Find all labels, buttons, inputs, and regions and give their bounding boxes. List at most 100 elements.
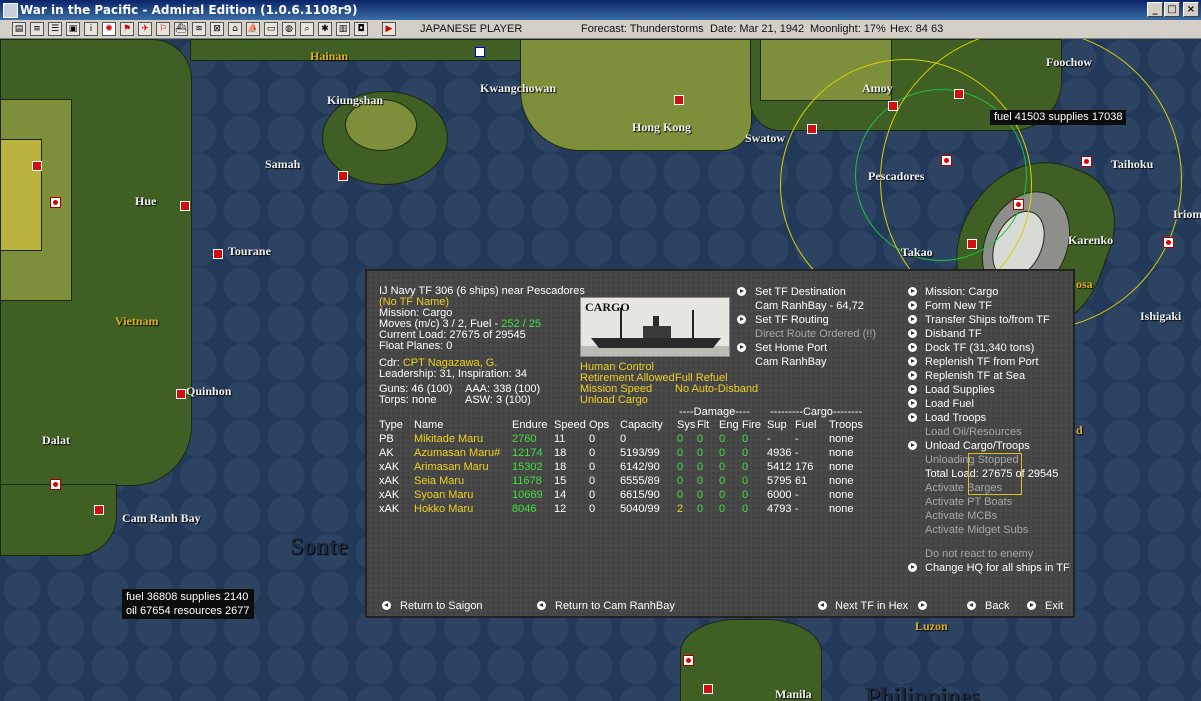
set-home-port-button[interactable]: Set Home Port — [755, 342, 827, 355]
unload-cargo-button[interactable]: Unload Cargo/Troops — [925, 440, 1030, 453]
arrow-bullet-icon[interactable] — [908, 287, 917, 296]
minimize-button[interactable]: _ — [1147, 2, 1163, 17]
maximize-button[interactable]: □ — [1164, 2, 1180, 17]
fleet-icon[interactable]: ≋ — [192, 22, 206, 36]
list-icon[interactable]: ☰ — [48, 22, 62, 36]
base-marker[interactable] — [32, 161, 42, 171]
cell-name[interactable]: Hokko Maru — [414, 503, 473, 516]
activate-pt-boats-button[interactable]: Activate PT Boats — [925, 496, 1012, 509]
cell-name[interactable]: Arimasan Maru — [414, 461, 489, 474]
col-header-fire[interactable]: Fire — [742, 419, 761, 432]
form-new-tf-button[interactable]: Form New TF — [925, 300, 992, 313]
cell-name[interactable]: Azumasan Maru# — [414, 447, 500, 460]
sub-icon[interactable]: ▭ — [264, 22, 278, 36]
return-saigon-button[interactable]: Return to Saigon — [400, 600, 483, 613]
unit-marker[interactable] — [941, 155, 952, 166]
arrow-bullet-icon[interactable] — [737, 287, 746, 296]
info-icon[interactable]: i — [84, 22, 98, 36]
exit-button[interactable]: Exit — [1045, 600, 1063, 613]
arrow-bullet-icon[interactable] — [908, 413, 917, 422]
arrow-bullet-icon[interactable] — [908, 399, 917, 408]
camera-icon[interactable]: ◘ — [354, 22, 368, 36]
convoy-icon[interactable]: ⛵ — [246, 22, 260, 36]
auto-disband-toggle[interactable]: No Auto-Disband — [675, 383, 758, 396]
change-hq-button[interactable]: Change HQ for all ships in TF — [925, 562, 1070, 575]
unit-marker[interactable] — [1163, 237, 1174, 248]
ground-unit-icon[interactable]: ⊠ — [210, 22, 224, 36]
base-marker[interactable] — [954, 89, 964, 99]
unit-marker[interactable] — [683, 655, 694, 666]
load-troops-button[interactable]: Load Troops — [925, 412, 986, 425]
arrow-bullet-icon[interactable] — [908, 315, 917, 324]
base-marker[interactable] — [703, 684, 713, 694]
transfer-ships-button[interactable]: Transfer Ships to/from TF — [925, 314, 1050, 327]
arrow-bullet-icon[interactable] — [908, 343, 917, 352]
col-header-sys[interactable]: Sys — [677, 419, 695, 432]
chart-icon[interactable]: ▥ — [336, 22, 350, 36]
unit-marker[interactable] — [50, 197, 61, 208]
arrow-bullet-icon[interactable] — [537, 601, 546, 610]
cell-name[interactable]: Seia Maru — [414, 475, 464, 488]
unit-marker[interactable] — [1081, 156, 1092, 167]
col-header-type[interactable]: Type — [379, 419, 403, 432]
col-header-capacity[interactable]: Capacity — [620, 419, 663, 432]
report-icon[interactable]: ≡ — [30, 22, 44, 36]
set-routing-button[interactable]: Set TF Routing — [755, 314, 829, 327]
unload-toggle[interactable]: Unload Cargo — [580, 394, 648, 407]
arrow-bullet-icon[interactable] — [908, 301, 917, 310]
arrow-bullet-icon[interactable] — [908, 371, 917, 380]
flag-icon[interactable]: ⚑ — [120, 22, 134, 36]
base-marker[interactable] — [94, 505, 104, 515]
disband-tf-button[interactable]: Disband TF — [925, 328, 982, 341]
arrow-bullet-icon[interactable] — [908, 563, 917, 572]
return-cam-ranh-button[interactable]: Return to Cam RanhBay — [555, 600, 675, 613]
activate-midget-subs-button[interactable]: Activate Midget Subs — [925, 524, 1028, 537]
globe-icon[interactable]: ◍ — [282, 22, 296, 36]
replenish-sea-button[interactable]: Replenish TF at Sea — [925, 370, 1025, 383]
next-arrow-icon[interactable] — [918, 601, 927, 610]
col-header-troops[interactable]: Troops — [829, 419, 863, 432]
pennant-icon[interactable]: ⚐ — [156, 22, 170, 36]
exit-arrow-icon[interactable] — [1027, 601, 1036, 610]
arrow-bullet-icon[interactable] — [737, 315, 746, 324]
search-icon[interactable]: ⌕ — [300, 22, 314, 36]
prev-arrow-icon[interactable] — [818, 601, 827, 610]
base-marker[interactable] — [180, 201, 190, 211]
base-marker[interactable] — [967, 239, 977, 249]
menu-icon[interactable]: ▤ — [12, 22, 26, 36]
unit-marker[interactable] — [1013, 199, 1024, 210]
mission-button[interactable]: Mission: Cargo — [925, 286, 998, 299]
arrow-bullet-icon[interactable] — [737, 343, 746, 352]
col-header-speed[interactable]: Speed — [554, 419, 586, 432]
base-marker[interactable] — [213, 249, 223, 259]
base-marker[interactable] — [807, 124, 817, 134]
load-supplies-button[interactable]: Load Supplies — [925, 384, 995, 397]
base-marker[interactable] — [176, 389, 186, 399]
activate-mcbs-button[interactable]: Activate MCBs — [925, 510, 997, 523]
col-header-fuel[interactable]: Fuel — [795, 419, 816, 432]
arrow-bullet-icon[interactable] — [382, 601, 391, 610]
col-header-name[interactable]: Name — [414, 419, 443, 432]
mine-icon[interactable]: ✱ — [318, 22, 332, 36]
arrow-bullet-icon[interactable] — [908, 441, 917, 450]
back-button[interactable]: Back — [985, 600, 1009, 613]
ship-icon[interactable]: ⛴ — [174, 22, 188, 36]
close-button[interactable]: × — [1183, 2, 1199, 17]
col-header-endure[interactable]: Endure — [512, 419, 547, 432]
no-react-button[interactable]: Do not react to enemy — [925, 548, 1033, 561]
save-icon[interactable]: ▣ — [66, 22, 80, 36]
rising-sun-icon[interactable]: ✺ — [102, 22, 116, 36]
replenish-port-button[interactable]: Replenish TF from Port — [925, 356, 1039, 369]
col-header-flt[interactable]: Flt — [697, 419, 709, 432]
base-icon[interactable]: ⌂ — [228, 22, 242, 36]
unit-marker[interactable] — [50, 479, 61, 490]
aircraft-icon[interactable]: ✈ — [138, 22, 152, 36]
col-header-eng[interactable]: Eng — [719, 419, 739, 432]
cell-name[interactable]: Syoan Maru — [414, 489, 473, 502]
end-turn-play-icon[interactable]: ▶ — [382, 22, 396, 36]
load-oil-button[interactable]: Load Oil/Resources — [925, 426, 1022, 439]
base-marker[interactable] — [674, 95, 684, 105]
cell-name[interactable]: Mikitade Maru — [414, 433, 483, 446]
dock-tf-button[interactable]: Dock TF (31,340 tons) — [925, 342, 1034, 355]
load-fuel-button[interactable]: Load Fuel — [925, 398, 974, 411]
